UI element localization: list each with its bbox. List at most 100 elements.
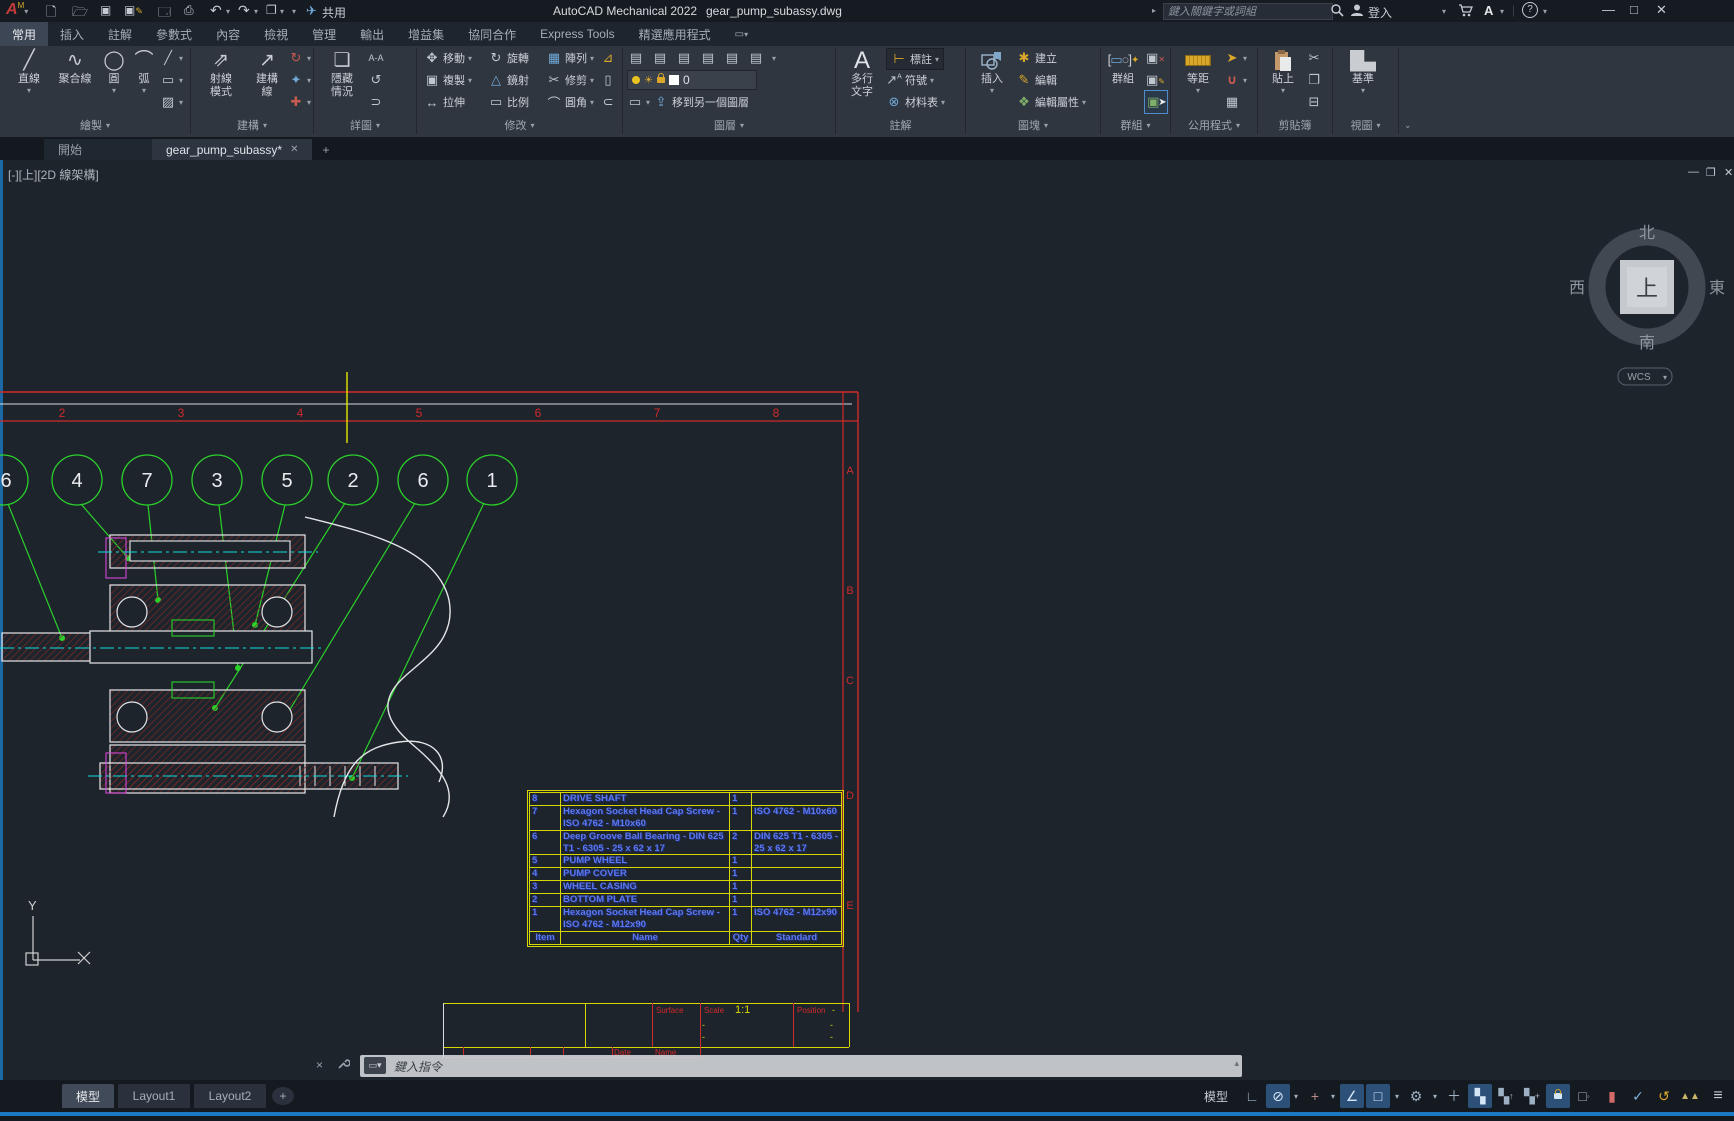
layout1-tab[interactable]: Layout1	[118, 1084, 190, 1108]
new-layout-button[interactable]: +	[272, 1087, 294, 1105]
explode-button[interactable]: ▯	[600, 70, 616, 90]
object-snap-tracking-icon[interactable]: ∠	[1340, 1084, 1364, 1108]
layer-tools-row[interactable]: ▤▤▤▤▤▤▾	[628, 48, 776, 68]
save-as-icon[interactable]: ▣✎	[124, 3, 143, 17]
bom-table[interactable]: 8DRIVE SHAFT1 7Hexagon Socket Head Cap S…	[527, 790, 844, 947]
base-view-button[interactable]: 基準▾	[1342, 48, 1384, 95]
isometric-drafting-icon[interactable]: +	[1303, 1084, 1327, 1108]
mtext-button[interactable]: A多行 文字	[842, 48, 882, 98]
tab-output[interactable]: 輸出	[348, 22, 396, 46]
app-menu-button[interactable]: AM▾	[6, 1, 28, 19]
panel-detail[interactable]: 詳圖▾	[314, 116, 416, 134]
model-tab[interactable]: 模型	[62, 1084, 114, 1108]
line-button[interactable]: ╱直線▾	[8, 48, 50, 95]
polar-dropdown-icon[interactable]: ▾	[1291, 1084, 1301, 1108]
layer-off-icon[interactable]: ▤	[652, 50, 668, 66]
symbol-button[interactable]: ↗A符號▾	[886, 70, 934, 90]
group-button[interactable]: [▭○]✦ 群組	[1104, 48, 1142, 86]
polyline-button[interactable]: ∿聚合線	[52, 48, 98, 86]
viewcube-north[interactable]: 北	[1639, 224, 1655, 242]
selection-cycling-icon[interactable]: ＋	[1442, 1084, 1466, 1108]
edit-block-button[interactable]: ✎編輯	[1016, 70, 1057, 90]
user-icon[interactable]	[1350, 2, 1364, 17]
object-snap-icon[interactable]: □	[1366, 1084, 1390, 1108]
detail-circle-button[interactable]: ↺	[368, 70, 384, 90]
qat-more-icon[interactable]: ▾	[292, 7, 296, 16]
search-icon[interactable]	[1330, 2, 1344, 17]
polar-tracking-icon[interactable]: ⊘	[1266, 1084, 1290, 1108]
construction-line-mode-button[interactable]: ↗建構 線	[246, 48, 288, 98]
minimize-button[interactable]: —	[1602, 2, 1615, 17]
insert-block-button[interactable]: 插入▾	[972, 48, 1012, 95]
infocenter-search-input[interactable]	[1163, 3, 1333, 20]
hide-situation-button[interactable]: ❏隱藏 情況	[320, 48, 364, 98]
file-tab-start[interactable]: 開始	[44, 139, 152, 160]
autodesk-app-icon[interactable]: A	[1484, 3, 1493, 18]
graphics-performance-icon[interactable]: ↺	[1652, 1084, 1676, 1108]
close-button[interactable]: ✕	[1656, 2, 1667, 18]
new-drawing-tab-button[interactable]: +	[312, 139, 339, 160]
undo-icon[interactable]: ↶	[210, 2, 222, 19]
tab-addins[interactable]: 增益集	[396, 22, 456, 46]
paste-button[interactable]: 貼上▾	[1264, 48, 1302, 95]
cut-button[interactable]: ✂	[1306, 48, 1322, 68]
panel-utilities[interactable]: 公用程式▾	[1171, 116, 1257, 134]
tab-annotate[interactable]: 註解	[96, 22, 144, 46]
array-button[interactable]: ▦陣列▾	[546, 48, 594, 68]
annotation-autoscale-icon[interactable]: ▚↑	[1494, 1084, 1518, 1108]
layer-match-icon[interactable]: ▤	[748, 50, 764, 66]
erase-construction-button[interactable]: ✚▾	[288, 92, 311, 112]
ray-mode-button[interactable]: ⇗射線 模式	[198, 48, 244, 98]
viewcube[interactable]: 北 南 西 東 上 WCS ▾	[1569, 224, 1725, 385]
viewcube-south[interactable]: 南	[1639, 334, 1655, 352]
help-icon[interactable]: ?	[1522, 2, 1538, 18]
tab-collaborate[interactable]: 協同合作	[456, 22, 528, 46]
ungroup-button[interactable]: ▣✕	[1146, 48, 1162, 68]
command-input-strip[interactable]: ▭▾ 鍵入指令 ▴	[360, 1055, 1242, 1077]
fillet-button[interactable]: ⌒圓角▾	[546, 92, 594, 112]
move-button[interactable]: ✥移動▾	[424, 48, 472, 68]
viewcube-top-label[interactable]: 上	[1636, 276, 1658, 301]
customization-menu-icon[interactable]: ≡	[1706, 1084, 1730, 1108]
annotation-visibility-icon[interactable]: ▚	[1468, 1084, 1492, 1108]
panel-construct[interactable]: 建構▾	[191, 116, 313, 134]
edge-symbol-button[interactable]: ⊃	[368, 92, 384, 112]
drawing-canvas[interactable]: [-][上][2D 線架構] — ❐ ✕ 2 3 4 5 6	[0, 160, 1734, 1080]
balloons[interactable]: 6 4 7 3 5 2 6 1	[0, 455, 517, 505]
sign-in-label[interactable]: 登入	[1368, 4, 1392, 21]
tab-parametric[interactable]: 參數式	[144, 22, 204, 46]
tab-manage[interactable]: 管理	[300, 22, 348, 46]
help-dropdown-icon[interactable]: ▾	[1543, 7, 1547, 16]
snap-magnet-button[interactable]: ∪▾	[1224, 70, 1247, 90]
layer-tools-dropdown-icon[interactable]: ▾	[772, 54, 776, 63]
panel-clipboard[interactable]: 剪貼簿	[1258, 116, 1332, 134]
layer-isolate-icon[interactable]: ▤	[676, 50, 692, 66]
tab-featured-apps[interactable]: 精選應用程式	[627, 22, 723, 46]
panel-group[interactable]: 群組▾	[1101, 116, 1170, 134]
layer-properties-icon[interactable]: ▤	[628, 50, 644, 66]
model-space-toggle[interactable]: 模型	[1196, 1084, 1236, 1108]
copy-clip-button[interactable]: ❐	[1306, 70, 1322, 90]
infocenter-collapse-icon[interactable]: ▸	[1152, 6, 1156, 15]
command-customize-wrench-icon[interactable]	[336, 1057, 350, 1074]
print-icon[interactable]: ⎙	[184, 3, 194, 18]
section-view-button[interactable]: A-A	[368, 48, 384, 68]
isometric-dropdown-icon[interactable]: ▾	[1328, 1084, 1338, 1108]
layer-lock-icon[interactable]: ▤	[724, 50, 740, 66]
viewcube-east[interactable]: 東	[1709, 279, 1725, 297]
measure-button[interactable]: 等距▾	[1178, 48, 1218, 95]
panel-layers[interactable]: 圖層▾	[623, 116, 835, 134]
paste-special-button[interactable]: ⊟	[1306, 92, 1322, 112]
edit-attributes-button[interactable]: ❖編輯屬性▾	[1016, 92, 1086, 112]
circle-construct-button[interactable]: ↻▾	[288, 48, 311, 68]
group-edit-button[interactable]: ▣✎	[1146, 70, 1162, 90]
gear-dropdown-icon[interactable]: ▾	[1430, 1084, 1440, 1108]
layout2-tab[interactable]: Layout2	[194, 1084, 266, 1108]
bom-button[interactable]: ⊗材料表▾	[886, 92, 945, 112]
circle-button[interactable]: ◯圓▾	[100, 48, 128, 95]
redo-icon[interactable]: ↷	[238, 2, 250, 19]
redo-dropdown-icon[interactable]: ▾	[254, 7, 258, 16]
command-history-up-icon[interactable]: ▴	[1234, 1058, 1239, 1069]
command-prompt[interactable]: 鍵入指令	[394, 1058, 442, 1075]
panel-annotate[interactable]: 註解	[836, 116, 965, 134]
